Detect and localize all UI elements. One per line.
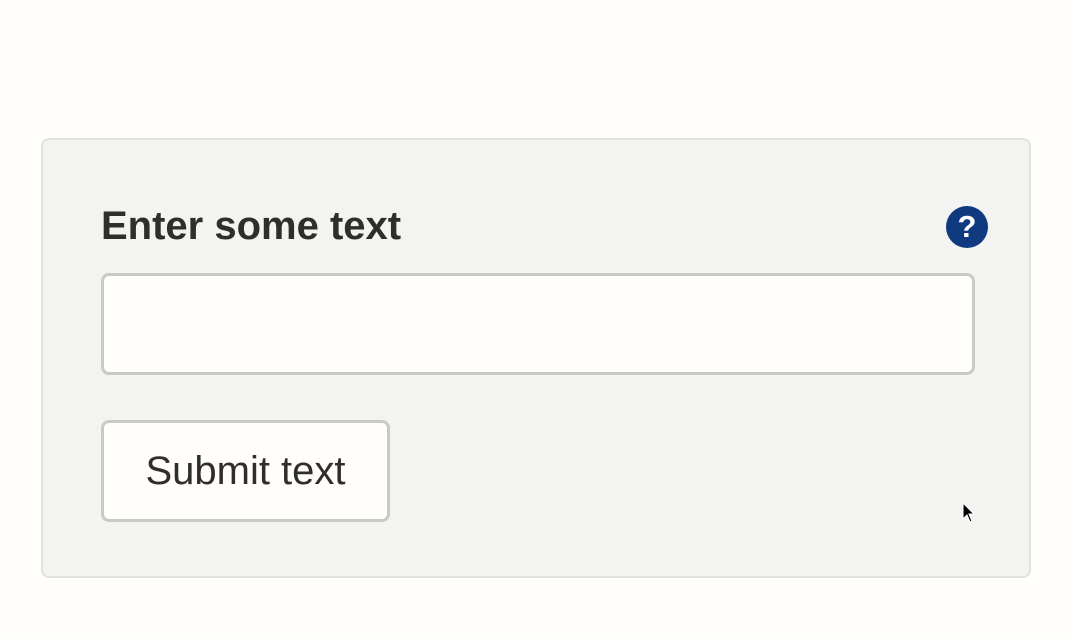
mouse-pointer-icon [962,502,976,523]
help-question-icon[interactable]: ? [946,206,988,248]
text-input[interactable] [101,273,975,375]
field-label: Enter some text [101,204,402,248]
text-entry-panel: Enter some text ? Submit text [41,138,1031,578]
submit-text-button[interactable]: Submit text [101,420,390,522]
